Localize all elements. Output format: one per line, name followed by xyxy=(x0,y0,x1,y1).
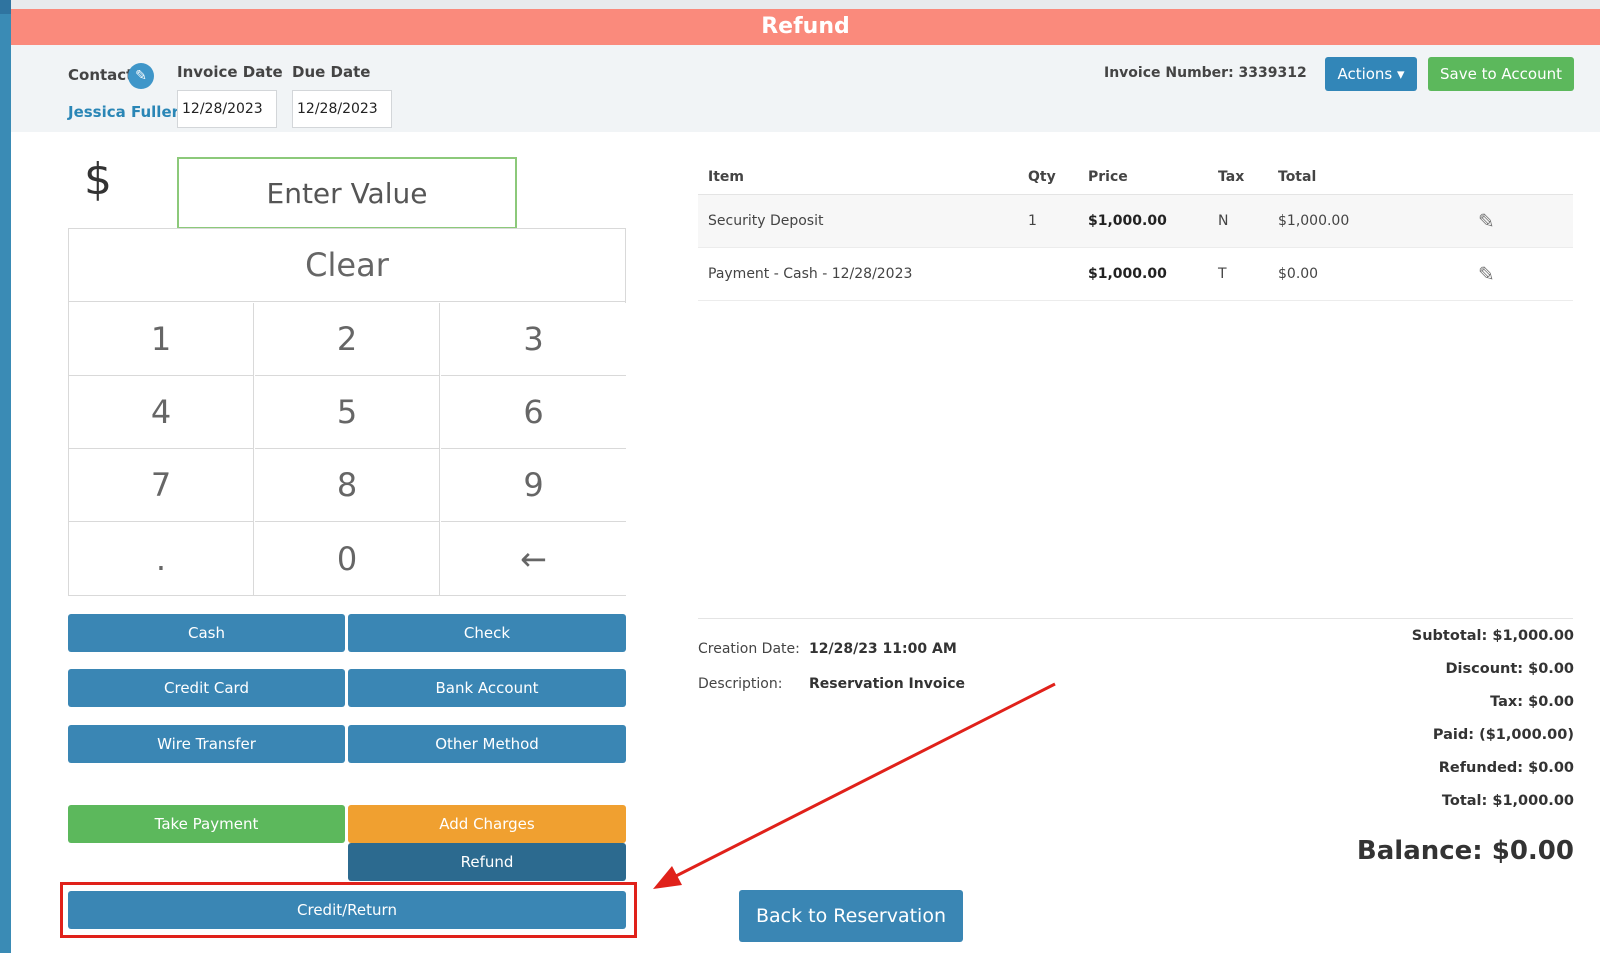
key-4[interactable]: 4 xyxy=(69,376,254,449)
column-header-total: Total xyxy=(1268,160,1468,195)
back-to-reservation-button[interactable]: Back to Reservation xyxy=(739,890,963,942)
credit-return-button[interactable]: Credit/Return xyxy=(68,891,626,929)
cash-button[interactable]: Cash xyxy=(68,614,345,652)
enter-value-input[interactable] xyxy=(177,157,517,229)
due-date-field[interactable] xyxy=(292,90,392,128)
cell-qty xyxy=(1018,247,1078,301)
annotation-arrow-head xyxy=(653,866,682,889)
creation-date-label: Creation Date: xyxy=(698,641,800,657)
description-value: Reservation Invoice xyxy=(809,676,966,692)
cell-qty: 1 xyxy=(1018,194,1078,248)
save-to-account-button[interactable]: Save to Account xyxy=(1428,57,1574,91)
bank-account-button[interactable]: Bank Account xyxy=(348,669,626,707)
table-header-row: Item Qty Price Tax Total xyxy=(698,160,1573,195)
other-method-button[interactable]: Other Method xyxy=(348,725,626,763)
cell-item: Security Deposit xyxy=(698,194,1018,248)
grand-total: Total: $1,000.00 xyxy=(1441,793,1574,809)
key-9[interactable]: 9 xyxy=(441,449,626,522)
discount: Discount: $0.00 xyxy=(1445,661,1574,677)
column-header-price: Price xyxy=(1078,160,1208,195)
subtotal: Subtotal: $1,000.00 xyxy=(1411,628,1574,644)
edit-pencil-icon[interactable]: ✎ xyxy=(1478,209,1495,233)
key-2[interactable]: 2 xyxy=(255,303,440,376)
table-row: Security Deposit 1 $1,000.00 N $1,000.00… xyxy=(698,194,1573,248)
section-divider xyxy=(698,618,1573,619)
add-charges-button[interactable]: Add Charges xyxy=(348,805,626,843)
key-1[interactable]: 1 xyxy=(69,303,254,376)
invoice-number: Invoice Number: 3339312 xyxy=(1104,65,1307,81)
creation-date-value: 12/28/23 11:00 AM xyxy=(809,641,957,657)
key-0[interactable]: 0 xyxy=(255,522,440,595)
backspace-key[interactable]: ← xyxy=(441,522,626,595)
wire-transfer-button[interactable]: Wire Transfer xyxy=(68,725,345,763)
key-3[interactable]: 3 xyxy=(441,303,626,376)
check-button[interactable]: Check xyxy=(348,614,626,652)
take-payment-button[interactable]: Take Payment xyxy=(68,805,345,843)
cell-item: Payment - Cash - 12/28/2023 xyxy=(698,247,1018,301)
column-header-edit xyxy=(1468,160,1573,195)
invoice-date-field[interactable] xyxy=(177,90,277,128)
clear-key[interactable]: Clear xyxy=(69,229,625,302)
contact-name-link[interactable]: Jessica Fuller xyxy=(68,103,179,121)
page-title: Refund xyxy=(11,9,1600,45)
credit-card-button[interactable]: Credit Card xyxy=(68,669,345,707)
tax-total: Tax: $0.00 xyxy=(1490,694,1574,710)
edit-pencil-icon[interactable]: ✎ xyxy=(1478,262,1495,286)
key-6[interactable]: 6 xyxy=(441,376,626,449)
actions-dropdown-button[interactable]: Actions ▾ xyxy=(1325,57,1417,91)
balance: Balance: $0.00 xyxy=(1356,836,1574,866)
due-date-label: Due Date xyxy=(292,63,371,81)
column-header-item: Item xyxy=(698,160,1018,195)
refund-button[interactable]: Refund xyxy=(348,843,626,881)
numeric-keypad: Clear 1 2 3 4 5 6 7 8 9 . 0 ← xyxy=(68,228,626,596)
cell-total: $1,000.00 xyxy=(1268,194,1468,248)
key-7[interactable]: 7 xyxy=(69,449,254,522)
key-8[interactable]: 8 xyxy=(255,449,440,522)
invoice-items-table: Item Qty Price Tax Total Security Deposi… xyxy=(698,160,1573,301)
currency-symbol: $ xyxy=(84,154,112,205)
invoice-totals: Subtotal: $1,000.00 Discount: $0.00 Tax:… xyxy=(1412,628,1574,826)
cell-price: $1,000.00 xyxy=(1078,194,1208,248)
cell-edit: ✎ xyxy=(1468,247,1573,301)
refunded-total: Refunded: $0.00 xyxy=(1438,760,1574,776)
edit-contact-pencil-icon[interactable]: ✎ xyxy=(128,63,154,89)
description-label: Description: xyxy=(698,676,783,692)
left-accent-stripe xyxy=(0,0,11,953)
cell-edit: ✎ xyxy=(1468,194,1573,248)
key-decimal[interactable]: . xyxy=(69,522,254,595)
paid-total: Paid: ($1,000.00) xyxy=(1432,727,1574,743)
key-5[interactable]: 5 xyxy=(255,376,440,449)
table-row: Payment - Cash - 12/28/2023 $1,000.00 T … xyxy=(698,247,1573,301)
cell-price: $1,000.00 xyxy=(1078,247,1208,301)
contact-label: Contact xyxy=(68,66,134,84)
annotation-arrow-line xyxy=(671,682,1056,880)
column-header-qty: Qty xyxy=(1018,160,1078,195)
top-strip xyxy=(11,0,1600,9)
invoice-header: Contact ✎ Jessica Fuller Invoice Date Du… xyxy=(11,45,1600,132)
column-header-tax: Tax xyxy=(1208,160,1268,195)
cell-tax: N xyxy=(1208,194,1268,248)
invoice-date-label: Invoice Date xyxy=(177,63,283,81)
cell-total: $0.00 xyxy=(1268,247,1468,301)
cell-tax: T xyxy=(1208,247,1268,301)
